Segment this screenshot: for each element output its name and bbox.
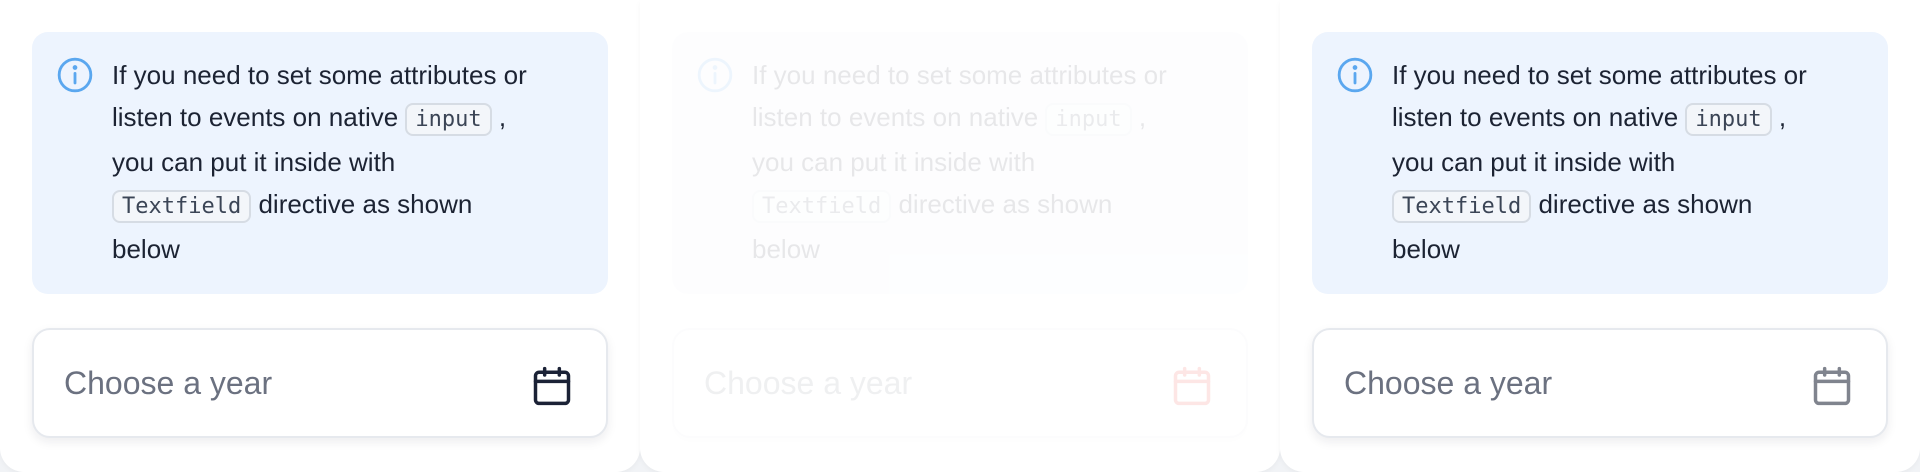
note-text-line3: you can put it inside with [752,147,1036,177]
note-text-line3: you can put it inside with [112,147,396,177]
info-circle-icon [697,57,733,93]
note-text-line2: listen to events on native [112,102,399,132]
note-text-comma: , [1778,102,1787,132]
calendar-icon[interactable] [1810,364,1854,408]
code-textfield: Textfield [1392,190,1532,223]
note-text-line5: below [752,234,820,264]
example-panel-muted: If you need to set some attributes or li… [1280,0,1920,472]
note-text-comma: , [498,102,507,132]
note-text-line2: listen to events on native [1392,102,1679,132]
note-text-line2: listen to events on native [752,102,1039,132]
code-input: input [1685,103,1772,136]
info-note: If you need to set some attributes or li… [672,32,1248,294]
info-circle-icon [57,57,93,93]
code-textfield: Textfield [752,190,892,223]
code-input: input [1045,103,1132,136]
note-text-line4: directive as shown [1538,189,1753,219]
code-textfield: Textfield [112,190,252,223]
year-input[interactable] [34,330,606,436]
note-text-line4: directive as shown [898,189,1113,219]
note-text-line1: If you need to set some attributes or [752,60,1167,90]
note-text-comma: , [1138,102,1147,132]
info-note: If you need to set some attributes or li… [1312,32,1888,294]
note-text-line1: If you need to set some attributes or [112,60,527,90]
year-field [672,328,1248,438]
year-input [674,330,1246,436]
code-input: input [405,103,492,136]
example-panel-disabled: If you need to set some attributes or li… [640,0,1280,472]
note-text-line4: directive as shown [258,189,473,219]
year-field[interactable] [32,328,608,438]
calendar-icon[interactable] [530,364,574,408]
year-input[interactable] [1314,330,1886,436]
note-text-line3: you can put it inside with [1392,147,1676,177]
info-note: If you need to set some attributes or li… [32,32,608,294]
year-field[interactable] [1312,328,1888,438]
note-text-line5: below [1392,234,1460,264]
note-text-line1: If you need to set some attributes or [1392,60,1807,90]
info-circle-icon [1337,57,1373,93]
note-text-line5: below [112,234,180,264]
calendar-icon [1173,366,1211,406]
example-panel-default: If you need to set some attributes or li… [0,0,640,472]
